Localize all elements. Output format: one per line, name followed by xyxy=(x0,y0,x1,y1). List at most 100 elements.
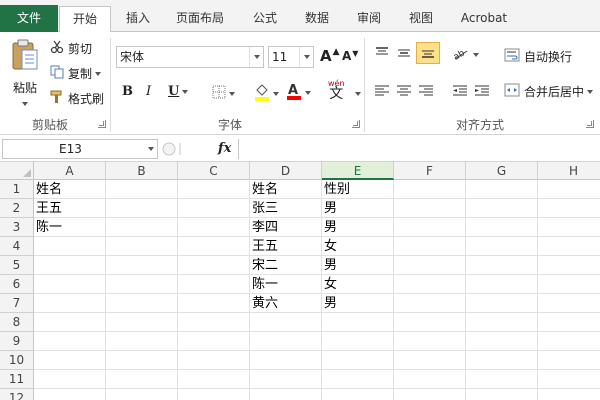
cell-c11[interactable] xyxy=(178,370,250,389)
fill-color-dropdown-icon[interactable] xyxy=(273,91,279,96)
font-color-button[interactable]: A xyxy=(286,82,311,103)
column-header-c[interactable]: C xyxy=(178,162,250,180)
row-header-6[interactable]: 6 xyxy=(0,275,34,294)
grow-font-button[interactable]: A ▲ xyxy=(320,47,340,65)
fill-color-button[interactable] xyxy=(254,83,279,104)
cell-h9[interactable] xyxy=(538,332,600,351)
worksheet-grid[interactable]: A B C D E F G H 1 姓名 姓名 性别 2 王五 张三男 3 陈一 李四男 4 王五女 5 宋二男 6 陈一女 7… xyxy=(0,162,600,400)
align-bottom-button[interactable] xyxy=(416,42,440,64)
row-header-3[interactable]: 3 xyxy=(0,218,34,237)
merge-center-button[interactable]: 合并后居中 xyxy=(504,83,594,100)
cell-f11[interactable] xyxy=(394,370,466,389)
cell-b9[interactable] xyxy=(106,332,178,351)
cell-d1[interactable]: 姓名 xyxy=(250,180,322,199)
cell-f3[interactable] xyxy=(394,218,466,237)
cell-g5[interactable] xyxy=(466,256,538,275)
merge-dropdown-icon[interactable] xyxy=(587,89,594,94)
cell-g7[interactable] xyxy=(466,294,538,313)
cell-b10[interactable] xyxy=(106,351,178,370)
cell-a5[interactable] xyxy=(34,256,106,275)
cell-d9[interactable] xyxy=(250,332,322,351)
align-middle-button[interactable] xyxy=(396,46,412,63)
cell-e8[interactable] xyxy=(322,313,394,332)
cell-g10[interactable] xyxy=(466,351,538,370)
underline-dropdown-icon[interactable] xyxy=(182,89,189,94)
row-header-11[interactable]: 11 xyxy=(0,370,34,389)
tab-view[interactable]: 视图 xyxy=(396,6,446,32)
cell-d10[interactable] xyxy=(250,351,322,370)
cell-a1[interactable]: 姓名 xyxy=(34,180,106,199)
orientation-dropdown-icon[interactable] xyxy=(473,52,479,57)
cell-c3[interactable] xyxy=(178,218,250,237)
row-header-1[interactable]: 1 xyxy=(0,180,34,199)
cell-c12[interactable] xyxy=(178,389,250,400)
cell-h10[interactable] xyxy=(538,351,600,370)
borders-button[interactable] xyxy=(212,85,235,102)
column-header-h[interactable]: H xyxy=(538,162,600,180)
cell-d7[interactable]: 黄六 xyxy=(250,294,322,313)
cell-c1[interactable] xyxy=(178,180,250,199)
cell-h8[interactable] xyxy=(538,313,600,332)
row-header-10[interactable]: 10 xyxy=(0,351,34,370)
cell-h4[interactable] xyxy=(538,237,600,256)
cell-f2[interactable] xyxy=(394,199,466,218)
copy-button[interactable]: 复制 xyxy=(50,65,102,82)
font-color-dropdown-icon[interactable] xyxy=(305,90,311,95)
row-header-4[interactable]: 4 xyxy=(0,237,34,256)
cell-g2[interactable] xyxy=(466,199,538,218)
row-header-12[interactable]: 12 xyxy=(0,389,34,400)
cell-a10[interactable] xyxy=(34,351,106,370)
align-top-button[interactable] xyxy=(374,46,390,63)
cell-c9[interactable] xyxy=(178,332,250,351)
row-header-9[interactable]: 9 xyxy=(0,332,34,351)
cell-e4[interactable]: 女 xyxy=(322,237,394,256)
cell-b4[interactable] xyxy=(106,237,178,256)
cell-h1[interactable] xyxy=(538,180,600,199)
cell-g8[interactable] xyxy=(466,313,538,332)
cell-b2[interactable] xyxy=(106,199,178,218)
font-name-select[interactable]: 宋体 xyxy=(116,46,264,68)
font-launcher-icon[interactable] xyxy=(352,120,360,128)
tab-formulas[interactable]: 公式 xyxy=(240,6,290,32)
cell-g4[interactable] xyxy=(466,237,538,256)
name-box[interactable]: E13 xyxy=(2,139,158,159)
cell-h3[interactable] xyxy=(538,218,600,237)
cell-c10[interactable] xyxy=(178,351,250,370)
cell-d3[interactable]: 李四 xyxy=(250,218,322,237)
tab-insert[interactable]: 插入 xyxy=(114,6,162,32)
cell-f7[interactable] xyxy=(394,294,466,313)
cell-b5[interactable] xyxy=(106,256,178,275)
cell-d12[interactable] xyxy=(250,389,322,400)
column-header-e[interactable]: E xyxy=(322,162,394,180)
underline-button[interactable]: U xyxy=(168,84,189,99)
cell-e7[interactable]: 男 xyxy=(322,294,394,313)
cell-d11[interactable] xyxy=(250,370,322,389)
cell-d2[interactable]: 张三 xyxy=(250,199,322,218)
paste-dropdown-icon[interactable] xyxy=(22,102,28,106)
tab-review[interactable]: 审阅 xyxy=(344,6,394,32)
cell-c7[interactable] xyxy=(178,294,250,313)
cell-g12[interactable] xyxy=(466,389,538,400)
cell-f4[interactable] xyxy=(394,237,466,256)
select-all-button[interactable] xyxy=(0,162,34,180)
borders-dropdown-icon[interactable] xyxy=(229,91,235,96)
cell-c8[interactable] xyxy=(178,313,250,332)
cell-h6[interactable] xyxy=(538,275,600,294)
cell-h5[interactable] xyxy=(538,256,600,275)
cell-c5[interactable] xyxy=(178,256,250,275)
tab-home[interactable]: 开始 xyxy=(59,6,111,33)
format-painter-button[interactable]: 格式刷 xyxy=(50,90,104,107)
cell-f6[interactable] xyxy=(394,275,466,294)
cell-d4[interactable]: 王五 xyxy=(250,237,322,256)
cell-e2[interactable]: 男 xyxy=(322,199,394,218)
cell-b12[interactable] xyxy=(106,389,178,400)
increase-indent-button[interactable] xyxy=(474,84,490,101)
cell-a11[interactable] xyxy=(34,370,106,389)
align-left-button[interactable] xyxy=(374,84,390,101)
cell-e12[interactable] xyxy=(322,389,394,400)
formula-bar-resize-handle[interactable] xyxy=(160,140,210,158)
cell-e11[interactable] xyxy=(322,370,394,389)
cell-e1[interactable]: 性别 xyxy=(322,180,394,199)
cell-d6[interactable]: 陈一 xyxy=(250,275,322,294)
cell-b11[interactable] xyxy=(106,370,178,389)
